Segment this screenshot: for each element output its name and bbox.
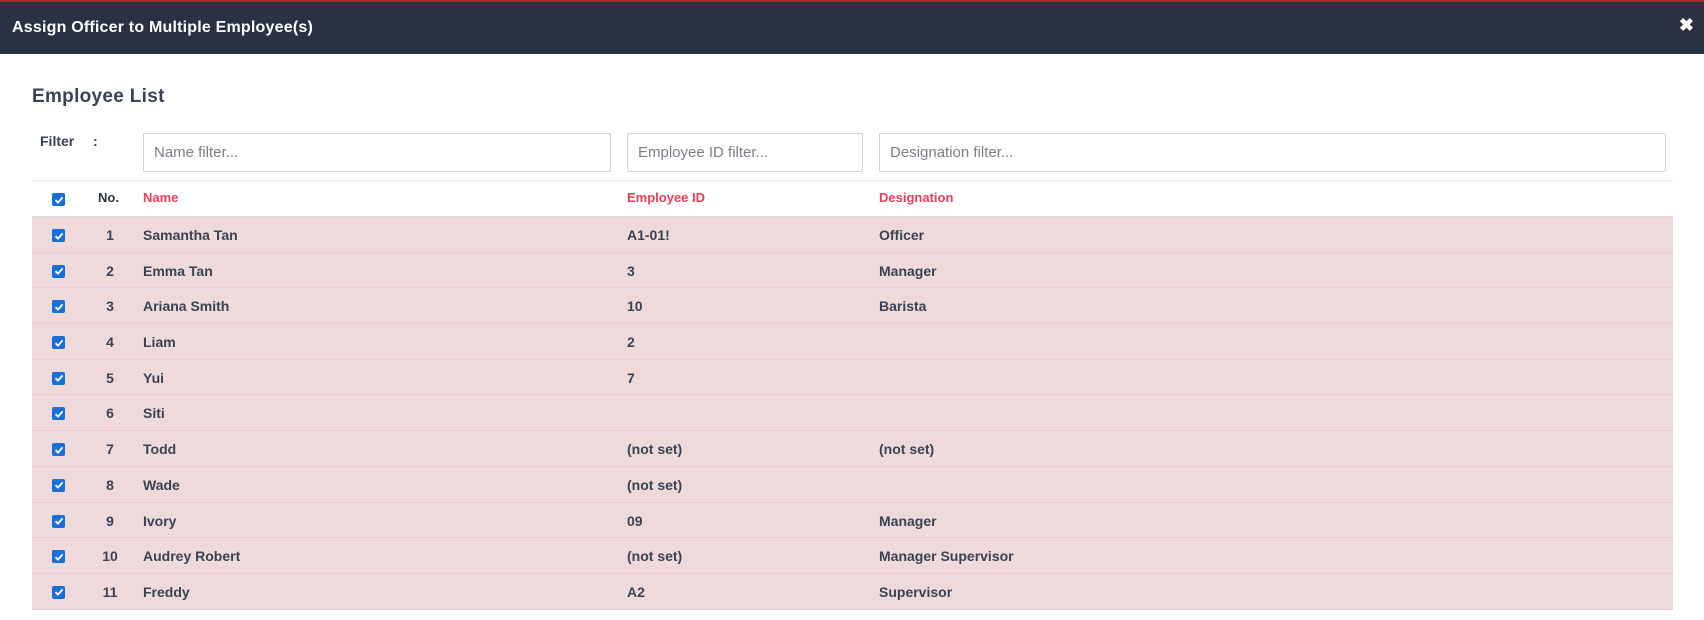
row-number: 11 [102, 583, 118, 600]
table-row: 6 Siti [32, 395, 1673, 432]
employee-id: 09 [627, 512, 643, 529]
employee-designation: (not set) [879, 441, 935, 458]
check-icon [54, 553, 63, 561]
row-checkbox[interactable] [52, 229, 65, 242]
table-row: 2 Emma Tan 3 Manager [32, 252, 1673, 289]
row-number: 9 [106, 512, 114, 529]
employee-id: 10 [627, 298, 643, 315]
employee-id-filter-input[interactable] [627, 133, 863, 172]
employee-table: No. Name Employee ID Designation 1 Samant… [32, 180, 1673, 610]
select-all-checkbox[interactable] [52, 193, 65, 206]
table-row: 5 Yui 7 [32, 359, 1673, 396]
row-number: 4 [106, 334, 114, 351]
employee-id: 3 [627, 262, 635, 279]
modal-title: Assign Officer to Multiple Employee(s) [12, 19, 313, 36]
filter-colon: : [93, 133, 98, 149]
employee-designation: Manager Supervisor [879, 548, 1014, 565]
employee-id: A2 [627, 583, 645, 600]
row-checkbox[interactable] [52, 478, 65, 492]
header-employee-id[interactable]: Employee ID [627, 190, 705, 205]
table-row: 3 Ariana Smith 10 Barista [32, 288, 1673, 325]
employee-designation: Officer [879, 227, 925, 243]
check-icon [54, 589, 63, 597]
employee-id: 7 [627, 369, 635, 386]
employee-id: A1-01! [627, 227, 670, 243]
row-number: 10 [102, 548, 118, 565]
check-icon [54, 339, 63, 347]
row-number: 3 [106, 298, 114, 315]
row-number: 6 [106, 405, 114, 422]
row-checkbox[interactable] [52, 336, 65, 350]
filter-label: Filter [40, 133, 75, 149]
check-icon [54, 446, 63, 454]
check-icon [54, 482, 63, 490]
table-row: 11 Freddy A2 Supervisor [32, 573, 1673, 610]
employee-id: (not set) [627, 441, 683, 458]
employee-designation: Supervisor [879, 583, 953, 600]
employee-name: Liam [143, 334, 176, 351]
check-icon [54, 410, 63, 418]
employee-id: (not set) [627, 548, 683, 565]
table-row: 7 Todd (not set) (not set) [32, 431, 1673, 467]
employee-name: Ivory [143, 512, 177, 529]
employee-name: Todd [143, 441, 177, 458]
employee-name: Samantha Tan [143, 227, 238, 243]
section-title: Employee List [32, 86, 165, 107]
employee-name: Audrey Robert [143, 548, 241, 565]
employee-designation: Barista [879, 298, 927, 315]
employee-id: (not set) [627, 476, 683, 493]
row-number: 7 [106, 441, 114, 458]
employee-name: Ariana Smith [143, 298, 230, 315]
row-number: 1 [106, 227, 114, 243]
row-checkbox[interactable] [52, 371, 65, 385]
table-row: 4 Liam 2 [32, 324, 1673, 360]
table-body: 1 Samantha Tan A1-01! Officer 2 Emma Tan 3 Mana… [32, 217, 1673, 610]
header-name[interactable]: Name [143, 190, 178, 205]
row-checkbox[interactable] [52, 550, 65, 564]
employee-designation: Manager [879, 262, 937, 279]
table-row: 1 Samantha Tan A1-01! Officer [32, 217, 1673, 253]
table-row: 8 Wade (not set) [32, 466, 1673, 503]
row-checkbox[interactable] [52, 514, 65, 528]
check-icon [54, 303, 63, 311]
check-icon [54, 232, 63, 240]
row-number: 5 [106, 369, 114, 386]
row-checkbox[interactable] [52, 585, 65, 599]
employee-name: Freddy [143, 583, 190, 600]
employee-id: 2 [627, 334, 635, 351]
check-icon [54, 517, 63, 525]
table-row: 10 Audrey Robert (not set) Manager Supervis… [32, 538, 1673, 574]
check-icon [54, 196, 63, 204]
designation-filter-input[interactable] [879, 133, 1666, 172]
check-icon [54, 267, 63, 276]
name-filter-input[interactable] [143, 133, 611, 172]
employee-name: Wade [143, 476, 180, 493]
row-checkbox[interactable] [52, 407, 65, 421]
row-number: 8 [106, 476, 114, 493]
row-checkbox[interactable] [52, 443, 65, 457]
header-no: No. [98, 190, 119, 205]
employee-name: Siti [143, 405, 165, 422]
employee-name: Emma Tan [143, 262, 213, 279]
row-number: 2 [106, 262, 114, 279]
close-icon[interactable]: ✖ [1679, 16, 1694, 34]
row-checkbox[interactable] [52, 300, 65, 314]
modal-header: Assign Officer to Multiple Employee(s) ✖ [0, 2, 1704, 54]
employee-designation: Manager [879, 512, 937, 529]
header-designation[interactable]: Designation [879, 190, 953, 205]
table-header: No. Name Employee ID Designation [32, 180, 1673, 217]
row-checkbox[interactable] [52, 264, 65, 278]
table-row: 9 Ivory 09 Manager [32, 502, 1673, 539]
check-icon [54, 375, 63, 383]
employee-name: Yui [143, 369, 165, 386]
